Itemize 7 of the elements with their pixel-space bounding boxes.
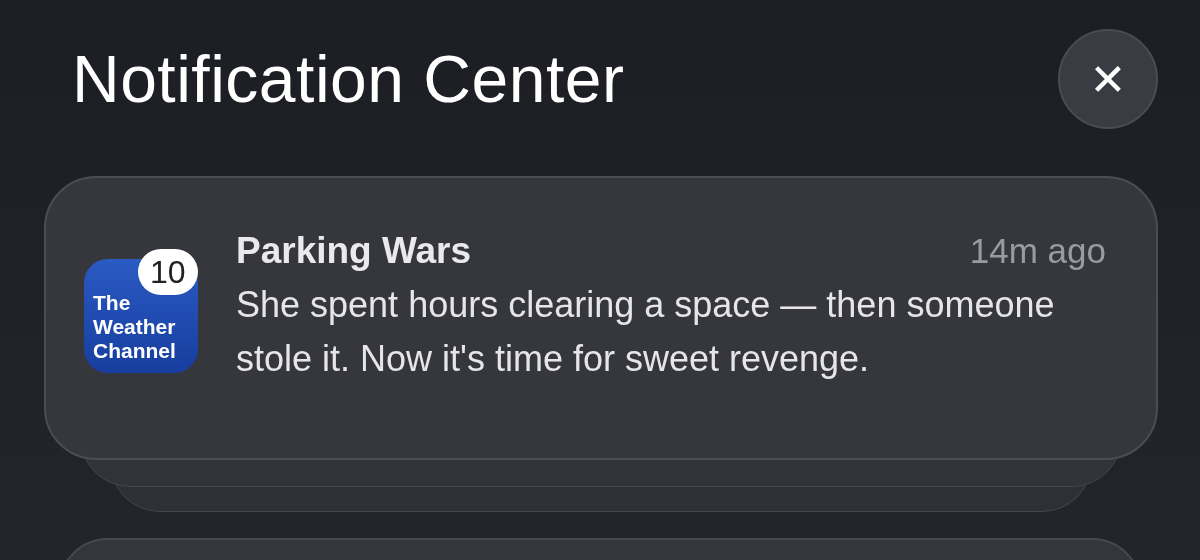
notification-card[interactable]: The Weather Channel 10 Parking Wars 14m ago She spent hours clearing a space — then someone stole it. Now it's time for sweet revenge. — [44, 176, 1158, 460]
notification-time: 14m ago — [969, 231, 1106, 271]
notification-title: Parking Wars — [236, 230, 472, 272]
page-title: Notification Center — [72, 41, 625, 117]
notification-body: She spent hours clearing a space — then someone stole it. Now it's time for sweet revenge. — [236, 283, 1056, 381]
close-button[interactable]: ✕ — [1058, 29, 1158, 129]
count-badge: 10 — [138, 249, 198, 295]
